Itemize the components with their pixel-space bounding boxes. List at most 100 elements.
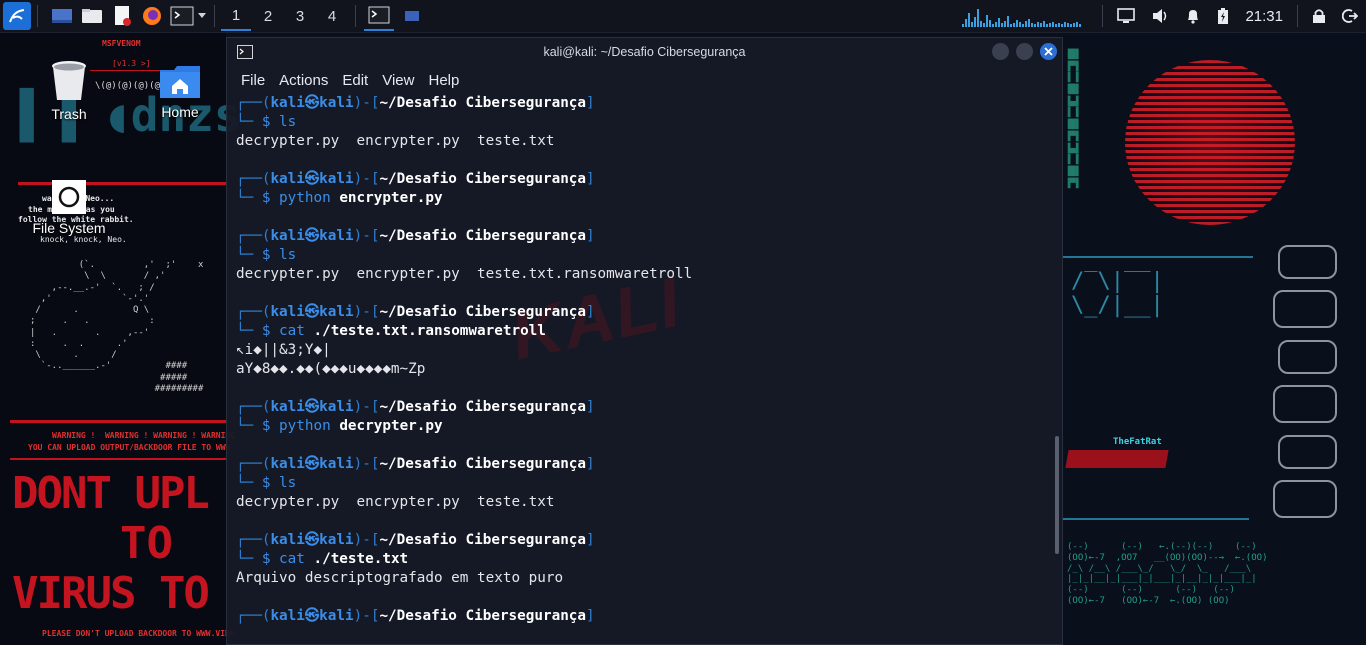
cpu-graph-bar bbox=[1058, 23, 1061, 27]
top-panel: 1 2 3 4 21:31 bbox=[0, 0, 1366, 33]
terminal-window[interactable]: KALI kali@kali: ~/Desafio Cibersegurança… bbox=[226, 37, 1063, 645]
terminal-scrollbar-thumb[interactable] bbox=[1055, 436, 1059, 554]
command-name: ls bbox=[279, 475, 297, 491]
panel-separator bbox=[37, 5, 38, 27]
cpu-graph-bar bbox=[974, 17, 977, 27]
output-line: Arquivo descriptografado em texto puro bbox=[236, 570, 564, 586]
kali-menu-button[interactable] bbox=[3, 2, 31, 30]
workspace-2[interactable]: 2 bbox=[253, 1, 283, 31]
display-settings-button[interactable] bbox=[1109, 0, 1143, 32]
output-line: ↖i◆||&3;Y◆| bbox=[236, 342, 331, 358]
wallpaper-bottom-art: (--) (--) ←.(--)(--) (--) (OO)←-7 ,OO7 _… bbox=[1067, 542, 1268, 606]
show-desktop-button[interactable] bbox=[50, 4, 74, 28]
cpu-graph-bar bbox=[977, 9, 980, 27]
prompt-line: ┌──(kali㉿kali)-[~/Desafio Cibersegurança… bbox=[236, 227, 1054, 246]
prompt-frame: )-[ bbox=[353, 171, 380, 187]
cpu-graph-bar bbox=[1004, 21, 1007, 27]
desktop-icon bbox=[52, 9, 72, 23]
wallpaper-fatrat-text: TheFatRat bbox=[1113, 437, 1162, 447]
wallpaper-chain-link bbox=[1278, 435, 1337, 469]
wallpaper-left-art: MSFVENOM [v1.3 >] \(@)(@)(@)(@)/ ▌▐ ◖dnz… bbox=[0, 30, 242, 645]
terminal-title: kali@kali: ~/Desafio Cibersegurança bbox=[543, 45, 746, 59]
prompt-line: ┌──(kali㉿kali)-[~/Desafio Cibersegurança… bbox=[236, 607, 1054, 626]
taskbar-window-2[interactable] bbox=[400, 4, 424, 28]
panel-separator bbox=[1297, 5, 1298, 27]
panel-clock[interactable]: 21:31 bbox=[1237, 0, 1291, 32]
prompt-frame: )-[ bbox=[353, 532, 380, 548]
cpu-graph-bar bbox=[1031, 23, 1034, 27]
wallpaper-chain-link bbox=[1273, 385, 1337, 423]
workspace-3[interactable]: 3 bbox=[285, 1, 315, 31]
wallpaper-chain-link bbox=[1278, 245, 1337, 279]
text-editor-launcher[interactable] bbox=[110, 4, 134, 28]
prompt-corner: └─ bbox=[236, 475, 254, 491]
wallpaper-warning-1: WARNING ! WARNING ! WARNING ! WARNING bbox=[52, 431, 236, 440]
desktop-icon-home[interactable]: Home bbox=[135, 64, 225, 120]
trash-icon bbox=[52, 61, 86, 100]
terminal-scrollbar-track[interactable] bbox=[1052, 94, 1062, 644]
prompt-frame: )-[ bbox=[353, 399, 380, 415]
desktop-icon-label: Trash bbox=[51, 106, 87, 122]
workspace-4[interactable]: 4 bbox=[317, 1, 347, 31]
prompt-frame: ] bbox=[586, 95, 595, 111]
firefox-launcher[interactable] bbox=[140, 4, 164, 28]
cpu-graph-bar bbox=[1055, 24, 1058, 27]
command-line: └─ $ ls bbox=[236, 246, 1054, 265]
workspace-1[interactable]: 1 bbox=[221, 1, 251, 31]
prompt-frame: )-[ bbox=[353, 95, 380, 111]
battery-button[interactable] bbox=[1209, 0, 1237, 32]
prompt-dollar: $ bbox=[253, 190, 280, 206]
desktop-icon-file-system[interactable]: File System bbox=[24, 178, 114, 236]
cpu-graph-bar bbox=[962, 24, 965, 27]
menu-help[interactable]: Help bbox=[428, 72, 459, 89]
menu-actions[interactable]: Actions bbox=[279, 72, 328, 89]
prompt-frame: )-[ bbox=[353, 228, 380, 244]
taskbar-terminal-window[interactable] bbox=[364, 1, 394, 31]
close-button[interactable] bbox=[1040, 43, 1057, 60]
prompt-host: kali bbox=[319, 532, 354, 548]
terminal-output[interactable]: ┌──(kali㉿kali)-[~/Desafio Cibersegurança… bbox=[227, 94, 1054, 644]
command-line: └─ $ cat ./teste.txt.ransomwaretroll bbox=[236, 322, 1054, 341]
volume-icon bbox=[1153, 9, 1167, 23]
cpu-graph-bar bbox=[1043, 21, 1046, 27]
cpu-graph-bar bbox=[1025, 21, 1028, 27]
notifications-button[interactable] bbox=[1177, 0, 1209, 32]
monitor-icon bbox=[1117, 8, 1136, 23]
cpu-graph-bar bbox=[1028, 19, 1031, 27]
window-icon bbox=[405, 11, 419, 21]
minimize-button[interactable] bbox=[992, 43, 1009, 60]
menu-file[interactable]: File bbox=[241, 72, 265, 89]
volume-button[interactable] bbox=[1143, 0, 1177, 32]
prompt-user: kali bbox=[270, 95, 305, 111]
lock-screen-button[interactable] bbox=[1304, 0, 1334, 32]
desktop-icon-trash[interactable]: Trash bbox=[24, 58, 114, 122]
prompt-at-symbol: ㉿ bbox=[304, 171, 320, 187]
prompt-corner: └─ bbox=[236, 190, 254, 206]
cpu-graph-bar bbox=[986, 15, 989, 27]
wallpaper-red-globe bbox=[1125, 60, 1295, 225]
wallpaper-big-text-1: DONT UPL bbox=[12, 468, 210, 519]
prompt-line: ┌──(kali㉿kali)-[~/Desafio Cibersegurança… bbox=[236, 455, 1054, 474]
menu-edit[interactable]: Edit bbox=[342, 72, 368, 89]
prompt-line: ┌──(kali㉿kali)-[~/Desafio Cibersegurança… bbox=[236, 170, 1054, 189]
maximize-button[interactable] bbox=[1016, 43, 1033, 60]
cpu-graph-bar bbox=[1061, 24, 1064, 27]
launcher-menu-arrow[interactable] bbox=[196, 4, 208, 28]
prompt-frame: ┌──( bbox=[236, 95, 271, 111]
terminal-launcher[interactable] bbox=[170, 4, 194, 28]
cpu-graph-bar bbox=[1001, 23, 1004, 27]
prompt-corner: └─ bbox=[236, 418, 254, 434]
logout-button[interactable] bbox=[1334, 0, 1366, 32]
prompt-path: ~/Desafio Cibersegurança bbox=[379, 228, 587, 244]
prompt-path: ~/Desafio Cibersegurança bbox=[379, 532, 587, 548]
wallpaper-line bbox=[10, 420, 226, 423]
command-name: cat bbox=[279, 551, 305, 567]
file-manager-launcher[interactable] bbox=[80, 4, 104, 28]
wallpaper-msfvenom-text: MSFVENOM bbox=[102, 39, 141, 48]
terminal-titlebar[interactable]: kali@kali: ~/Desafio Cibersegurança bbox=[227, 38, 1062, 66]
command-argument: ./teste.txt.ransomwaretroll bbox=[313, 323, 546, 339]
cpu-graph-bar bbox=[1070, 24, 1073, 27]
wallpaper-bottom-text: PLEASE DON'T UPLOAD BACKDOOR TO WWW.VIRU bbox=[42, 629, 235, 638]
menu-view[interactable]: View bbox=[382, 72, 414, 89]
